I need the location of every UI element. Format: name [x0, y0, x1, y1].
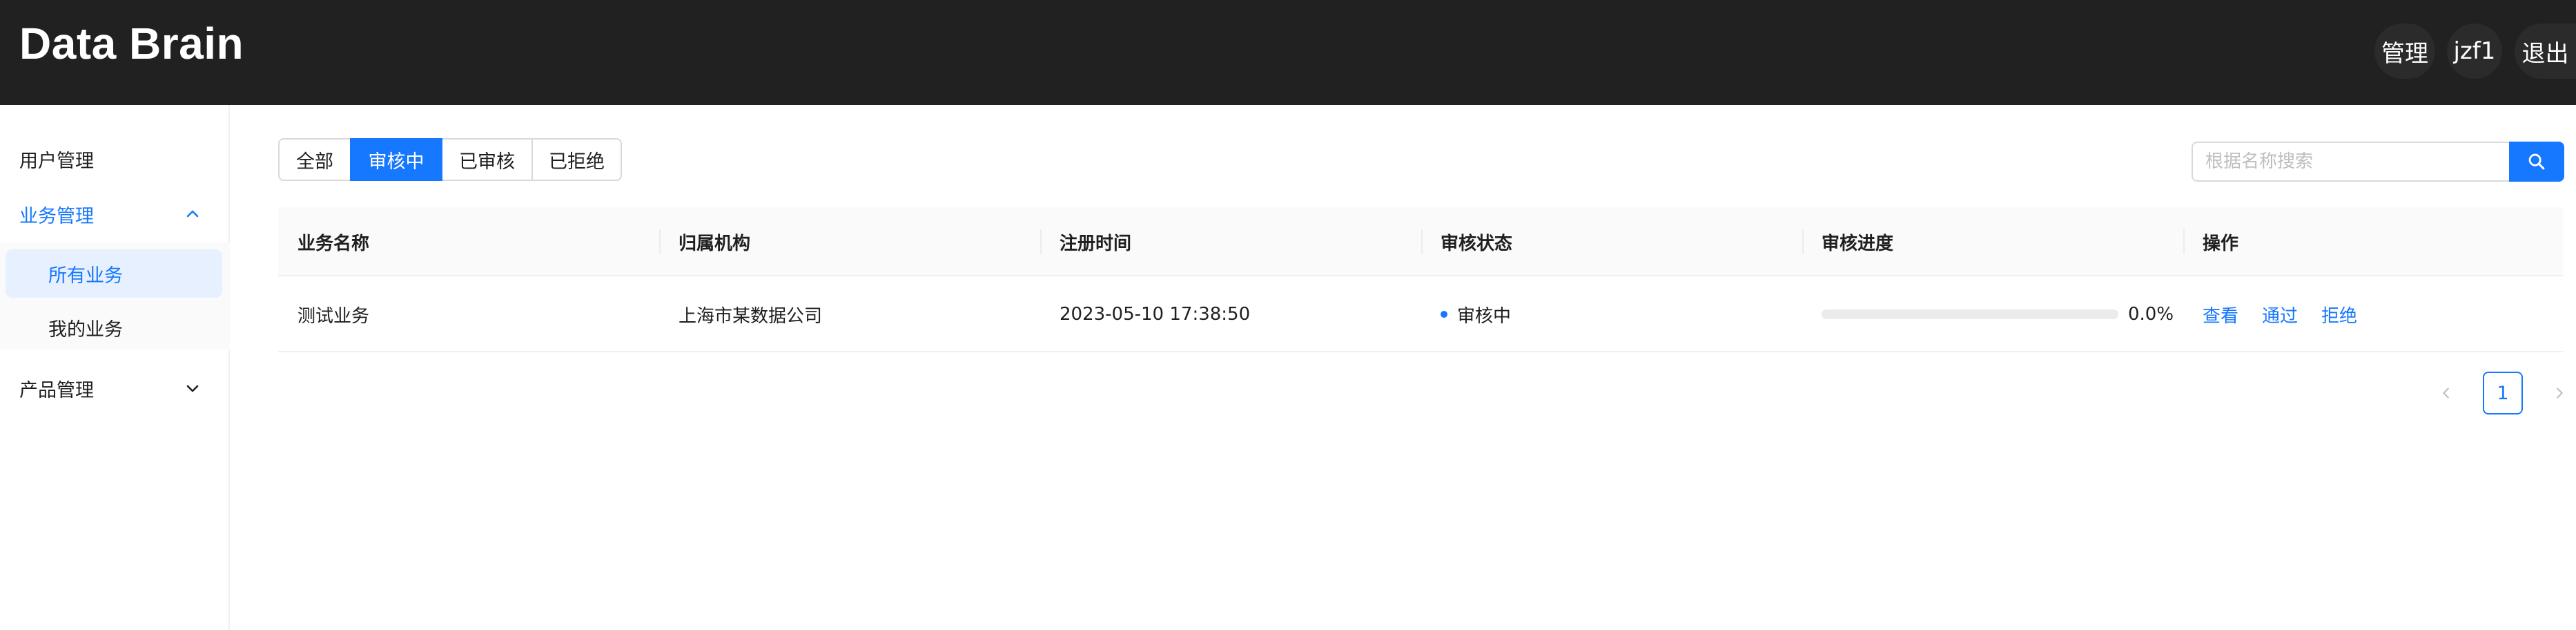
sidebar-item-label: 业务管理: [19, 205, 94, 227]
sidebar-item-label: 我的业务: [48, 318, 123, 341]
cell-org: 上海市某数据公司: [679, 305, 823, 327]
table-header: 业务名称 归属机构 注册时间 审核状态 审核进度 操作: [278, 207, 2563, 276]
table-row: 测试业务 上海市某数据公司 2023-05-10 17:38:50 审核中 0.…: [278, 276, 2563, 352]
business-table: 业务名称 归属机构 注册时间 审核状态 审核进度 操作 测试业务 上海市某数据公…: [278, 207, 2563, 352]
column-header-status: 审核状态: [1441, 233, 1513, 254]
chevron-down-icon: [186, 385, 199, 392]
sidebar-item-all-business[interactable]: 所有业务: [6, 249, 222, 298]
cell-progress: 0.0%: [1802, 276, 2174, 352]
sidebar-item-business-management[interactable]: 业务管理: [0, 188, 230, 240]
sidebar-item-label: 所有业务: [48, 265, 123, 287]
approve-link[interactable]: 通过: [2262, 302, 2298, 327]
column-header-org: 归属机构: [679, 233, 751, 254]
nav-admin-link[interactable]: 管理: [2374, 23, 2435, 79]
reject-link[interactable]: 拒绝: [2321, 302, 2357, 327]
view-link[interactable]: 查看: [2203, 302, 2238, 327]
tab-rejected[interactable]: 已拒绝: [531, 138, 622, 181]
search-icon: [2528, 153, 2545, 170]
status-dot: [1441, 311, 1447, 318]
sidebar-item-my-business[interactable]: 我的业务: [6, 303, 222, 352]
status-filter-tabs: 全部 审核中 已审核 已拒绝: [278, 138, 622, 181]
brand-logo: Data Brain: [19, 19, 244, 68]
page-number-button[interactable]: 1: [2483, 372, 2523, 414]
search-button[interactable]: [2509, 142, 2564, 182]
sidebar-item-user-management[interactable]: 用户管理: [0, 133, 230, 185]
status-badge: 审核中: [1457, 305, 1512, 327]
progress-bar: [1822, 309, 2118, 319]
cell-actions: 查看 通过 拒绝: [2183, 276, 2381, 352]
pagination: 1: [2425, 372, 2576, 414]
top-header: Data Brain 管理 jzf1 退出: [0, 0, 2576, 105]
column-header-actions: 操作: [2203, 233, 2239, 254]
tab-reviewed[interactable]: 已审核: [441, 138, 533, 181]
search-bar: [2192, 142, 2564, 182]
sidebar-item-label: 用户管理: [19, 150, 94, 172]
sidebar-item-label: 产品管理: [19, 379, 94, 401]
sidebar-item-product-management[interactable]: 产品管理: [0, 362, 230, 414]
tab-all[interactable]: 全部: [278, 138, 351, 181]
column-header-name: 业务名称: [297, 233, 370, 254]
sidebar: 用户管理 业务管理 所有业务 我的业务 产品管理: [0, 105, 230, 630]
column-header-progress: 审核进度: [1822, 233, 1894, 254]
search-input[interactable]: [2192, 142, 2509, 182]
progress-text: 0.0%: [2128, 304, 2174, 325]
main-content: 全部 审核中 已审核 已拒绝 业务名称 归属机构 注册时间 审核状态 审核进度 …: [231, 105, 2576, 630]
cell-business-name: 测试业务: [297, 305, 370, 327]
column-header-time: 注册时间: [1060, 233, 1132, 254]
cell-status: 审核中: [1421, 276, 1511, 352]
chevron-up-icon: [186, 210, 199, 218]
tab-under-review[interactable]: 审核中: [350, 138, 442, 181]
cell-register-time: 2023-05-10 17:38:50: [1060, 304, 1251, 325]
next-page-button[interactable]: [2538, 372, 2576, 414]
chevron-left-icon: [2443, 388, 2449, 399]
nav-user-link[interactable]: jzf1: [2447, 23, 2502, 79]
nav-logout-link[interactable]: 退出: [2515, 23, 2576, 79]
prev-page-button[interactable]: [2425, 372, 2468, 414]
chevron-right-icon: [2557, 388, 2563, 399]
